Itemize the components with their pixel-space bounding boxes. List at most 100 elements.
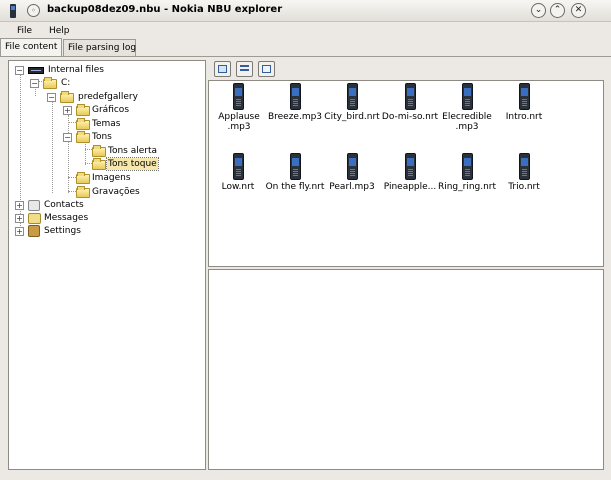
preview-panel xyxy=(208,269,604,470)
tree-line xyxy=(52,101,53,193)
folder-icon xyxy=(76,186,90,198)
title-bar[interactable]: ◦ backup08dez09.nbu - Nokia NBU explorer… xyxy=(0,0,611,22)
folder-icon xyxy=(76,118,90,130)
file-item[interactable]: Applause .mp3 xyxy=(209,83,267,133)
large-icons-view-button[interactable] xyxy=(214,61,231,77)
phone-icon xyxy=(10,4,16,18)
file-icons-view[interactable]: Applause .mp3 Breeze.mp3 City_bird.nrt D… xyxy=(208,80,604,267)
details-view-button[interactable] xyxy=(258,61,275,77)
phone-file-icon xyxy=(405,153,416,180)
phone-file-icon xyxy=(462,153,473,180)
tree-item-label: Gráficos xyxy=(92,105,130,115)
tree-item-settings[interactable]: + Settings xyxy=(15,225,195,237)
tab-file-content[interactable]: File content xyxy=(0,38,62,56)
tree-item-predefgallery[interactable]: − predefgallery xyxy=(47,91,197,103)
menu-file[interactable]: File xyxy=(17,26,32,36)
window-menu-icon[interactable]: ◦ xyxy=(27,4,40,17)
tree-item-label: C: xyxy=(61,78,71,88)
phone-file-icon xyxy=(347,83,358,110)
tree-item-graficos[interactable]: + Gráficos xyxy=(63,104,193,116)
list-icon-line xyxy=(240,69,249,71)
window-title: backup08dez09.nbu - Nokia NBU explorer xyxy=(47,4,283,15)
tree-item-label: Imagens xyxy=(92,173,131,183)
folder-icon xyxy=(76,172,90,184)
file-name: Intro.nrt xyxy=(505,112,543,122)
phone-file-icon xyxy=(290,153,301,180)
menu-help[interactable]: Help xyxy=(49,26,70,36)
phone-file-icon xyxy=(405,83,416,110)
file-name: Do-mi-so.nrt xyxy=(381,112,439,122)
expand-icon[interactable]: + xyxy=(15,214,24,223)
collapse-icon[interactable]: − xyxy=(30,79,39,88)
tree-item-tons-alerta[interactable]: Tons alerta xyxy=(79,145,199,157)
folder-tree[interactable]: − Internal files − C: − predefgallery + … xyxy=(8,60,206,470)
file-item[interactable]: Intro.nrt xyxy=(495,83,553,133)
view-toolbar xyxy=(210,60,606,79)
folder-icon xyxy=(76,104,90,116)
minimize-button[interactable]: ⌄ xyxy=(531,3,546,18)
file-item[interactable]: Pearl.mp3 xyxy=(323,153,381,203)
tree-item-imagens[interactable]: Imagens xyxy=(63,172,193,184)
tree-item-contacts[interactable]: + Contacts xyxy=(15,199,195,211)
expand-icon[interactable]: + xyxy=(15,201,24,210)
tree-item-label: Messages xyxy=(44,213,89,223)
message-icon xyxy=(28,213,41,224)
file-item[interactable]: Elecredible .mp3 xyxy=(438,83,496,133)
expand-icon[interactable]: + xyxy=(15,227,24,236)
close-button[interactable]: ✕ xyxy=(571,3,586,18)
tree-item-tons-toque[interactable]: Tons toque xyxy=(79,157,199,171)
tree-item-label: predefgallery xyxy=(78,92,138,102)
status-bar xyxy=(0,473,611,480)
expand-icon[interactable]: + xyxy=(63,106,72,115)
file-item[interactable]: On the fly.nrt xyxy=(266,153,324,203)
folder-icon xyxy=(43,77,57,89)
folder-icon xyxy=(60,91,74,103)
file-name: Elecredible .mp3 xyxy=(442,112,492,132)
tree-item-label: Internal files xyxy=(48,65,104,75)
tree-item-c-drive[interactable]: − C: xyxy=(30,77,190,89)
file-item[interactable]: Pineapple... xyxy=(381,153,439,203)
file-name: Trio.nrt xyxy=(508,182,540,192)
phone-file-icon xyxy=(290,83,301,110)
tree-item-label: Settings xyxy=(44,226,81,236)
tree-item-messages[interactable]: + Messages xyxy=(15,212,195,224)
tree-item-label: Tons toque xyxy=(106,157,159,171)
tree-item-tons[interactable]: − Tons xyxy=(63,131,193,143)
collapse-icon[interactable]: − xyxy=(47,93,56,102)
list-view-button[interactable] xyxy=(236,61,253,77)
contact-icon xyxy=(28,200,40,211)
list-icon xyxy=(240,65,249,67)
file-item[interactable]: Ring_ring.nrt xyxy=(438,153,496,203)
main-window: ◦ backup08dez09.nbu - Nokia NBU explorer… xyxy=(0,0,611,480)
phone-file-icon xyxy=(233,83,244,110)
file-item[interactable]: Trio.nrt xyxy=(495,153,553,203)
tab-file-parsing-log[interactable]: File parsing log xyxy=(63,39,136,56)
tree-item-label: Contacts xyxy=(44,200,84,210)
phone-file-icon xyxy=(462,83,473,110)
collapse-icon[interactable]: − xyxy=(15,66,24,75)
file-item[interactable]: Low.nrt xyxy=(209,153,267,203)
tree-item-label: Tons alerta xyxy=(108,146,158,156)
file-item[interactable]: Breeze.mp3 xyxy=(266,83,324,133)
phone-file-icon xyxy=(519,153,530,180)
open-folder-icon xyxy=(92,158,106,170)
large-icons-icon xyxy=(218,65,227,73)
tab-divider xyxy=(0,56,611,57)
phone-file-icon xyxy=(347,153,358,180)
tree-item-temas[interactable]: Temas xyxy=(63,118,193,130)
tree-item-gravacoes[interactable]: Gravações xyxy=(63,186,193,198)
tree-item-label: Tons xyxy=(92,132,112,142)
tree-item-label: Gravações xyxy=(92,187,140,197)
folder-icon xyxy=(92,145,106,157)
folder-icon xyxy=(76,131,90,143)
maximize-button[interactable]: ⌃ xyxy=(550,3,565,18)
collapse-icon[interactable]: − xyxy=(63,133,72,142)
file-item[interactable]: Do-mi-so.nrt xyxy=(381,83,439,133)
tree-item-internal-files[interactable]: − Internal files xyxy=(15,64,195,76)
phone-file-icon xyxy=(233,153,244,180)
menu-bar: File Help xyxy=(0,23,611,39)
settings-icon xyxy=(28,225,40,237)
tree-item-label: Temas xyxy=(92,119,121,129)
phone-file-icon xyxy=(519,83,530,110)
file-item[interactable]: City_bird.nrt xyxy=(323,83,381,133)
